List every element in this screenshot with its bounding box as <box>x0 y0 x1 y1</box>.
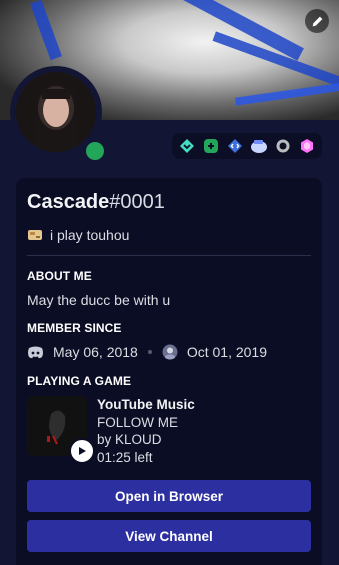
profile-info-panel: Cascade#0001 i play touhou ABOUT ME May … <box>16 178 322 565</box>
discord-join-date: May 06, 2018 <box>53 344 138 360</box>
user-name: Cascade#0001 <box>27 191 165 214</box>
nitro-boost-icon[interactable] <box>202 137 220 155</box>
badge-list <box>172 133 322 159</box>
divider <box>27 255 311 256</box>
nitro-icon[interactable] <box>274 137 292 155</box>
open-in-browser-button[interactable]: Open in Browser <box>27 480 311 512</box>
status-indicator <box>81 137 109 165</box>
discriminator: #0001 <box>109 191 165 213</box>
early-supporter-icon[interactable] <box>250 137 268 155</box>
play-icon <box>69 438 95 464</box>
pencil-icon <box>312 16 322 26</box>
username: Cascade <box>27 191 110 213</box>
edit-profile-button[interactable] <box>305 9 329 33</box>
active-developer-icon[interactable] <box>226 137 244 155</box>
avatar[interactable] <box>16 72 96 152</box>
custom-status: i play touhou <box>27 227 129 243</box>
activity-app-name: YouTube Music <box>97 397 195 412</box>
separator-dot <box>147 350 152 354</box>
profile-card: Cascade#0001 i play touhou ABOUT ME May … <box>0 0 339 565</box>
boost-gem-icon[interactable] <box>298 137 316 155</box>
activity-artist: by KLOUD <box>97 432 162 447</box>
activity-time-left: 01:25 left <box>97 449 153 465</box>
game-emoji-icon <box>28 230 42 240</box>
custom-status-text: i play touhou <box>50 227 130 243</box>
discord-logo-icon <box>27 346 44 359</box>
server-join-date: Oct 01, 2019 <box>186 344 268 360</box>
avatar-image <box>16 72 96 152</box>
about-me-heading: ABOUT ME <box>27 269 92 283</box>
activity-track: FOLLOW ME <box>97 414 179 430</box>
hypesquad-balance-icon[interactable] <box>178 137 196 155</box>
activity-card: YouTube Music FOLLOW ME by KLOUD 01:25 l… <box>27 396 311 468</box>
activity-heading: PLAYING A GAME <box>27 374 132 388</box>
online-status-dot <box>86 142 104 160</box>
avatar-frame <box>10 66 109 165</box>
about-me-text: May the ducc be with u <box>27 292 171 308</box>
activity-details: YouTube Music FOLLOW ME by KLOUD 01:25 l… <box>97 396 195 466</box>
server-icon <box>162 344 178 360</box>
view-channel-button[interactable]: View Channel <box>27 520 311 552</box>
member-since-row: May 06, 2018 Oct 01, 2019 <box>27 344 267 360</box>
member-since-heading: MEMBER SINCE <box>27 321 122 335</box>
